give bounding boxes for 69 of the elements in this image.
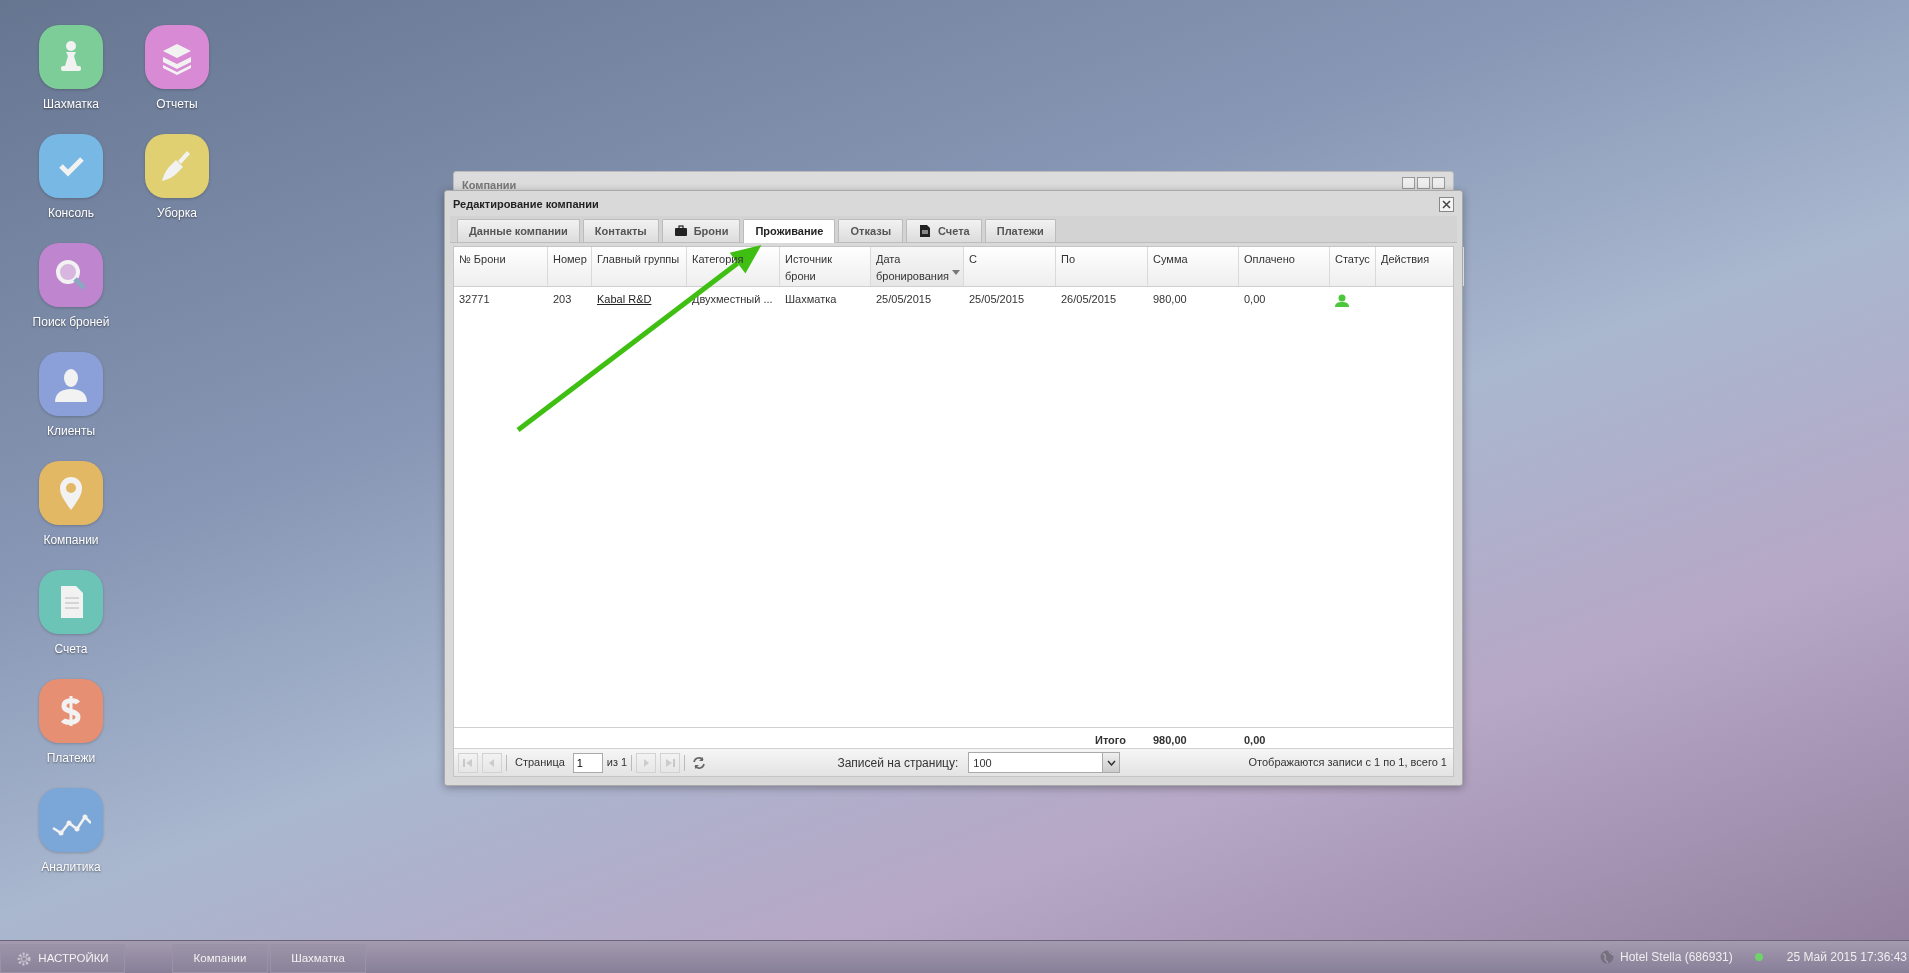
hotel-name: Hotel Stella (686931) (1620, 949, 1733, 966)
dialog-title: Редактирование компании (453, 197, 599, 212)
tab[interactable]: Проживание (743, 218, 836, 243)
line-chart-icon[interactable] (39, 788, 103, 852)
column-header[interactable]: Номер (548, 247, 592, 286)
gear-icon (16, 950, 33, 967)
person-icon (1335, 293, 1349, 307)
tab[interactable]: Брони (661, 218, 741, 242)
icon-label[interactable]: Поиск броней (32, 313, 110, 331)
books-icon[interactable] (145, 25, 209, 89)
taskbar-button[interactable]: Компании (172, 944, 268, 973)
table-cell-text: Двухместный ... (691, 292, 774, 307)
column-header[interactable]: С (964, 247, 1056, 286)
dollar-icon[interactable] (39, 679, 103, 743)
first-page-icon (462, 756, 474, 769)
page-field[interactable]: 1 (572, 752, 603, 773)
document-icon[interactable] (39, 570, 103, 634)
pawn-icon[interactable] (39, 25, 103, 89)
column-header[interactable]: Статус (1330, 247, 1376, 286)
total-label: Итого (1093, 733, 1127, 748)
tab[interactable]: Счета (906, 218, 982, 242)
status-dot (1754, 953, 1763, 961)
icon-label[interactable]: Консоль (47, 204, 95, 222)
last-page-icon (664, 756, 677, 769)
column-header[interactable]: № Брони (454, 247, 548, 286)
checkmark-icon[interactable] (39, 134, 103, 198)
person-icon[interactable] (39, 352, 103, 416)
table-cell-text: 980,00 (1152, 292, 1188, 307)
column-header[interactable]: Главный группы (592, 247, 687, 286)
tab[interactable]: Данные компании (457, 218, 580, 242)
column-header[interactable]: Действия (1376, 247, 1464, 286)
clock: 25 Май 2015 17:36:43 (1786, 949, 1907, 966)
table-cell-text: 25/05/2015 (968, 292, 1026, 307)
total-value: 0,00 (1243, 733, 1267, 748)
records-summary: Отображаются записи с 1 по 1, всего 1 (1248, 755, 1447, 771)
per-page-label: Записей на страницу: (837, 754, 959, 772)
table-cell-text: 25/05/2015 (875, 292, 933, 307)
column-header[interactable]: Оплачено (1239, 247, 1330, 286)
broom-icon[interactable] (145, 134, 209, 198)
per-page-dropdown[interactable]: 100 (968, 752, 1121, 773)
window-title: Компании (462, 178, 517, 193)
table-cell-text: 203 (552, 292, 573, 307)
total-value: 980,00 (1152, 733, 1188, 748)
tab[interactable]: Контакты (582, 218, 659, 242)
column-header[interactable]: По (1056, 247, 1148, 286)
dropdown-caret-icon (1106, 759, 1116, 766)
briefcase-icon (673, 223, 688, 238)
table-cell-text: Шахматка (784, 292, 838, 307)
icon-label[interactable]: Шахматка (43, 95, 99, 113)
taskbar-button[interactable]: Шахматка (270, 944, 366, 973)
map-pin-icon[interactable] (39, 461, 103, 525)
link[interactable]: Kabal R&D (592, 287, 687, 309)
table-cell-text: 32771 (458, 292, 491, 307)
column-header[interactable]: Сумма (1148, 247, 1239, 286)
table-cell-text: 0,00 (1243, 292, 1267, 307)
icon-label[interactable]: Клиенты (46, 422, 96, 440)
page-count: из 1 (606, 755, 628, 771)
table-cell-text: 26/05/2015 (1060, 292, 1118, 307)
globe-icon (1600, 950, 1614, 964)
icon-label[interactable]: Отчеты (156, 95, 198, 113)
page-label: Страница (515, 755, 565, 771)
sort-arrow-icon (951, 267, 961, 277)
document-icon (918, 223, 933, 238)
refresh-icon (692, 755, 707, 770)
tab[interactable]: Платежи (984, 218, 1056, 242)
tab[interactable]: Отказы (838, 218, 904, 242)
icon-label[interactable]: Уборка (157, 204, 197, 222)
search-icon[interactable] (39, 243, 103, 307)
column-header[interactable]: Дата бронирования (871, 247, 964, 286)
